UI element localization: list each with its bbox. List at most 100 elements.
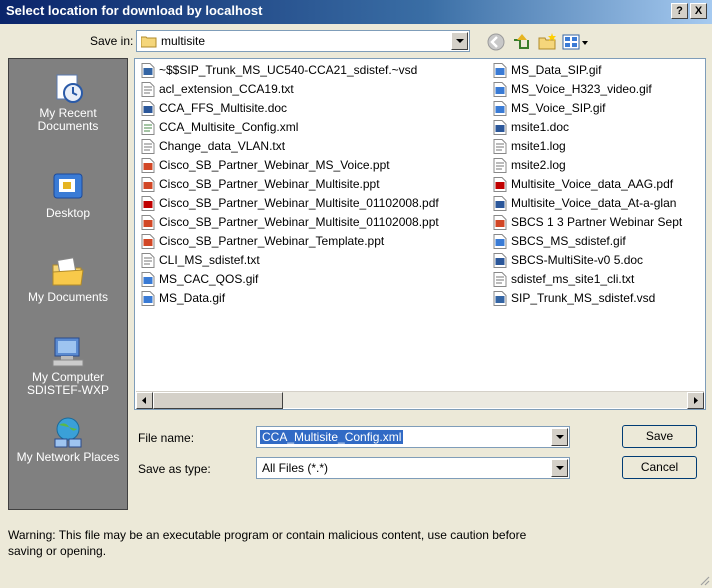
- vsd-file-icon: [141, 63, 155, 78]
- file-item[interactable]: CCA_Multisite_Config.xml: [141, 118, 439, 137]
- file-column-1: ~$$SIP_Trunk_MS_UC540-CCA21_sdistef.~vsd…: [141, 61, 439, 308]
- file-name: MS_Data_SIP.gif: [511, 63, 602, 77]
- file-item[interactable]: MS_Data.gif: [141, 289, 439, 308]
- file-item[interactable]: SBCS 1 3 Partner Webinar Sept: [493, 213, 682, 232]
- up-one-level-icon[interactable]: [512, 32, 532, 52]
- file-item[interactable]: msite2.log: [493, 156, 682, 175]
- doc-file-icon: [141, 101, 155, 116]
- file-item[interactable]: ~$$SIP_Trunk_MS_UC540-CCA21_sdistef.~vsd: [141, 61, 439, 80]
- gif-file-icon: [493, 101, 507, 116]
- place-label: My Network Places: [16, 450, 120, 464]
- back-icon[interactable]: [486, 32, 506, 52]
- file-name-label: File name:: [138, 431, 195, 445]
- file-item[interactable]: acl_extension_CCA19.txt: [141, 80, 439, 99]
- create-new-folder-icon[interactable]: [538, 32, 558, 52]
- file-item[interactable]: Cisco_SB_Partner_Webinar_Multisite_01102…: [141, 194, 439, 213]
- arrow-left-icon: [142, 397, 146, 404]
- place-label: My Recent Documents: [37, 106, 99, 133]
- file-item[interactable]: MS_Data_SIP.gif: [493, 61, 682, 80]
- file-item[interactable]: Cisco_SB_Partner_Webinar_Multisite_01102…: [141, 213, 439, 232]
- network-places-icon: [51, 415, 85, 449]
- file-name: Cisco_SB_Partner_Webinar_Multisite_01102…: [159, 196, 439, 210]
- file-name: SBCS_MS_sdistef.gif: [511, 234, 626, 248]
- scroll-left-button[interactable]: [136, 392, 153, 409]
- places-bar: My Recent Documents Desktop My Documents: [8, 58, 128, 510]
- title-bar[interactable]: Select location for download by localhos…: [0, 0, 712, 24]
- file-item[interactable]: SBCS_MS_sdistef.gif: [493, 232, 682, 251]
- save-in-dropdown-button[interactable]: [451, 32, 468, 50]
- desktop-icon: [51, 171, 85, 205]
- place-my-network-places[interactable]: My Network Places: [9, 415, 127, 464]
- file-item[interactable]: Multisite_Voice_data_AAG.pdf: [493, 175, 682, 194]
- file-item[interactable]: Cisco_SB_Partner_Webinar_Template.ppt: [141, 232, 439, 251]
- file-name: Cisco_SB_Partner_Webinar_Multisite_01102…: [159, 215, 439, 229]
- save-button[interactable]: Save: [622, 425, 697, 448]
- file-name: Change_data_VLAN.txt: [159, 139, 286, 153]
- file-item[interactable]: SBCS-MultiSite-v0 5.doc: [493, 251, 682, 270]
- save-as-type-label: Save as type:: [138, 462, 211, 476]
- file-item[interactable]: CLI_MS_sdistef.txt: [141, 251, 439, 270]
- file-name: Cisco_SB_Partner_Webinar_Template.ppt: [159, 234, 385, 248]
- help-button[interactable]: ?: [671, 3, 688, 19]
- place-my-recent-documents[interactable]: My Recent Documents: [9, 71, 127, 133]
- window-title: Select location for download by localhos…: [6, 3, 263, 18]
- file-name: Multisite_Voice_data_AAG.pdf: [511, 177, 674, 191]
- file-name-dropdown-button[interactable]: [551, 428, 568, 446]
- file-list[interactable]: ~$$SIP_Trunk_MS_UC540-CCA21_sdistef.~vsd…: [134, 58, 706, 410]
- file-item[interactable]: MS_CAC_QOS.gif: [141, 270, 439, 289]
- file-name: SIP_Trunk_MS_sdistef.vsd: [511, 291, 656, 305]
- resize-grip-icon[interactable]: [698, 574, 710, 586]
- place-desktop[interactable]: Desktop: [9, 171, 127, 220]
- file-item[interactable]: Multisite_Voice_data_At-a-glan: [493, 194, 682, 213]
- file-item[interactable]: msite1.log: [493, 137, 682, 156]
- gif-file-icon: [493, 82, 507, 97]
- save-as-type-value: All Files (*.*): [262, 461, 329, 475]
- file-name: Cisco_SB_Partner_Webinar_Multisite.ppt: [159, 177, 380, 191]
- ppt-file-icon: [493, 215, 507, 230]
- file-item[interactable]: msite1.doc: [493, 118, 682, 137]
- file-name-value: CCA_Multisite_Config.xml: [260, 430, 404, 444]
- save-in-dropdown[interactable]: multisite: [136, 30, 470, 52]
- file-name: CCA_FFS_Multisite.doc: [159, 101, 288, 115]
- views-menu-icon[interactable]: [562, 32, 590, 52]
- scroll-thumb[interactable]: [153, 392, 283, 409]
- arrow-right-icon: [694, 397, 698, 404]
- ppt-file-icon: [141, 234, 155, 249]
- place-label: My Documents: [27, 290, 109, 304]
- gif-file-icon: [141, 272, 155, 287]
- file-item[interactable]: sdistef_ms_site1_cli.txt: [493, 270, 682, 289]
- doc-file-icon: [493, 253, 507, 268]
- ppt-file-icon: [141, 215, 155, 230]
- file-name: Multisite_Voice_data_At-a-glan: [511, 196, 677, 210]
- place-label: Desktop: [45, 206, 91, 220]
- close-button[interactable]: X: [690, 3, 707, 19]
- file-name: CLI_MS_sdistef.txt: [159, 253, 260, 267]
- file-item[interactable]: Cisco_SB_Partner_Webinar_Multisite.ppt: [141, 175, 439, 194]
- file-name: msite1.doc: [511, 120, 570, 134]
- txt-file-icon: [141, 253, 155, 268]
- scroll-right-button[interactable]: [687, 392, 704, 409]
- file-item[interactable]: Change_data_VLAN.txt: [141, 137, 439, 156]
- file-name-field[interactable]: CCA_Multisite_Config.xml: [256, 426, 570, 448]
- file-item[interactable]: Cisco_SB_Partner_Webinar_MS_Voice.ppt: [141, 156, 439, 175]
- save-as-type-dropdown-button[interactable]: [551, 459, 568, 477]
- save-in-label: Save in:: [90, 34, 134, 48]
- gif-file-icon: [493, 63, 507, 78]
- place-my-documents[interactable]: My Documents: [9, 255, 127, 304]
- file-name: MS_Voice_H323_video.gif: [511, 82, 652, 96]
- vsd-file-icon: [493, 291, 507, 306]
- file-name: SBCS-MultiSite-v0 5.doc: [511, 253, 644, 267]
- file-name: sdistef_ms_site1_cli.txt: [511, 272, 635, 286]
- file-item[interactable]: CCA_FFS_Multisite.doc: [141, 99, 439, 118]
- cancel-button[interactable]: Cancel: [622, 456, 697, 479]
- txt-file-icon: [493, 272, 507, 287]
- txt-file-icon: [493, 139, 507, 154]
- horizontal-scrollbar[interactable]: [136, 391, 704, 409]
- file-item[interactable]: SIP_Trunk_MS_sdistef.vsd: [493, 289, 682, 308]
- file-name: CCA_Multisite_Config.xml: [159, 120, 299, 134]
- file-item[interactable]: MS_Voice_H323_video.gif: [493, 80, 682, 99]
- file-item[interactable]: MS_Voice_SIP.gif: [493, 99, 682, 118]
- txt-file-icon: [493, 158, 507, 173]
- save-as-type-dropdown[interactable]: All Files (*.*): [256, 457, 570, 479]
- place-my-computer[interactable]: My Computer SDISTEF-WXP: [9, 335, 127, 397]
